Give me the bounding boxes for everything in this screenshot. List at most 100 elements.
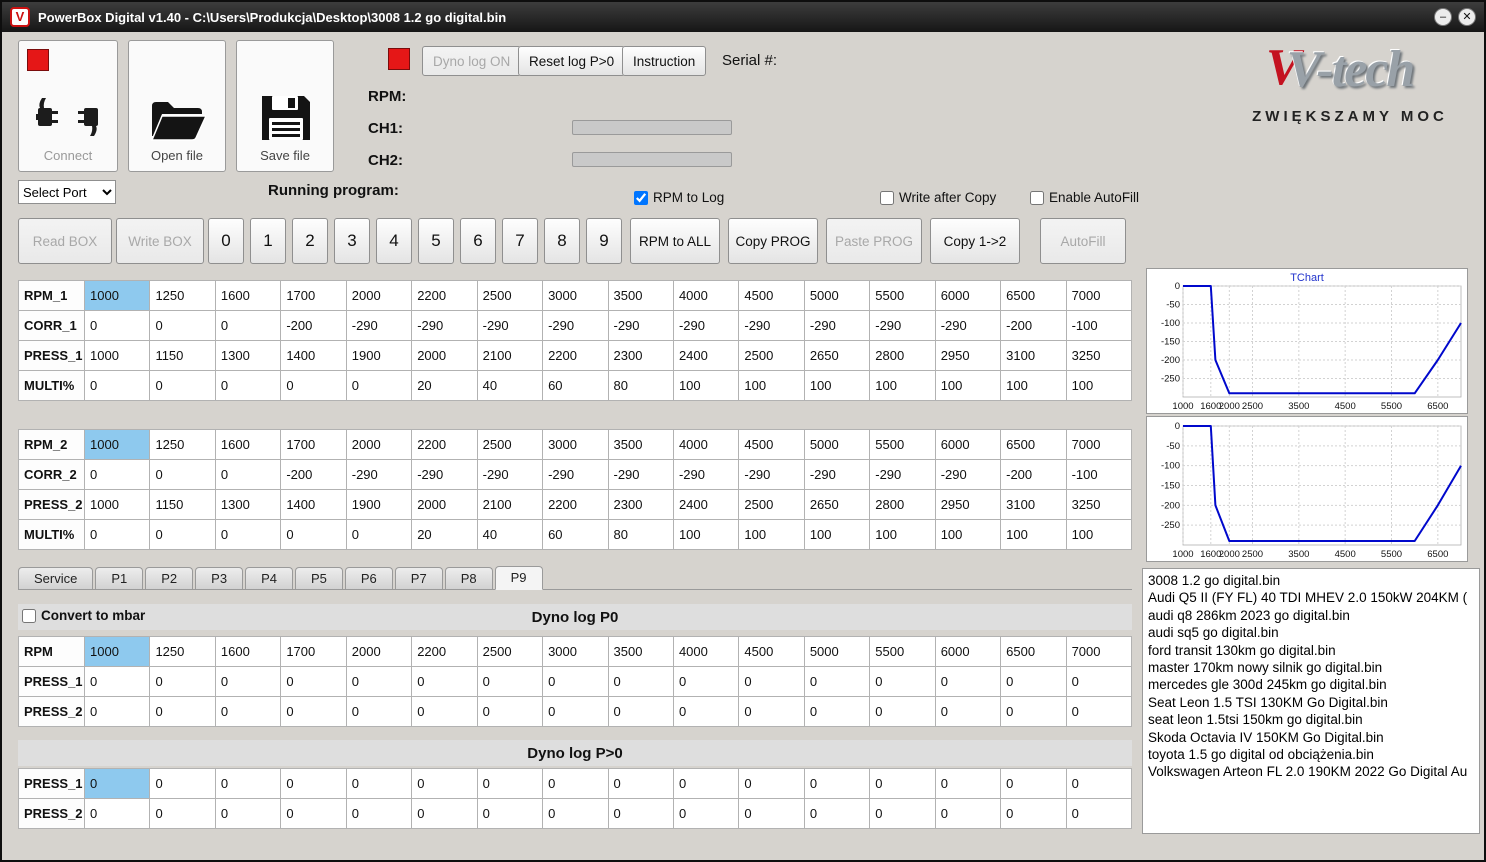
- file-item[interactable]: Volkswagen Arteon FL 2.0 190KM 2022 Go D…: [1148, 763, 1474, 780]
- cell[interactable]: 2300: [607, 489, 674, 520]
- cell[interactable]: 40: [476, 370, 544, 401]
- cell[interactable]: 0: [214, 798, 282, 829]
- file-item[interactable]: Skoda Octavia IV 150KM Go Digital.bin: [1148, 729, 1474, 746]
- cell[interactable]: 7000: [1065, 636, 1133, 667]
- cell[interactable]: -290: [345, 459, 413, 490]
- cell[interactable]: 1250: [149, 280, 216, 311]
- save-file-button[interactable]: Save file: [236, 40, 334, 172]
- cell[interactable]: 2000: [411, 340, 478, 371]
- cell[interactable]: -290: [476, 459, 544, 490]
- cell[interactable]: 0: [672, 696, 740, 727]
- cell[interactable]: 6500: [1000, 429, 1067, 460]
- cell[interactable]: 0: [280, 798, 347, 829]
- connect-button[interactable]: Connect: [18, 40, 118, 172]
- cell[interactable]: 1000: [83, 280, 151, 311]
- instruction-button[interactable]: Instruction: [622, 46, 707, 76]
- cell[interactable]: -290: [476, 310, 544, 341]
- cell[interactable]: 0: [280, 666, 347, 697]
- cell[interactable]: -200: [1000, 459, 1067, 490]
- tab-p4[interactable]: P4: [245, 567, 293, 589]
- cell[interactable]: 100: [869, 370, 936, 401]
- cell[interactable]: 100: [803, 519, 871, 550]
- cell[interactable]: -200: [280, 459, 347, 490]
- cell[interactable]: -200: [1000, 310, 1067, 341]
- cell[interactable]: 0: [149, 696, 216, 727]
- file-item[interactable]: Audi Q5 II (FY FL) 40 TDI MHEV 2.0 150kW…: [1148, 589, 1474, 606]
- cell[interactable]: 1000: [83, 636, 151, 667]
- cell[interactable]: 2200: [542, 340, 609, 371]
- cell[interactable]: 0: [672, 798, 740, 829]
- cell[interactable]: 0: [1000, 696, 1067, 727]
- cell[interactable]: 0: [869, 696, 936, 727]
- cell[interactable]: 6000: [934, 280, 1002, 311]
- cell[interactable]: 0: [214, 696, 282, 727]
- close-button[interactable]: ✕: [1458, 8, 1476, 26]
- cell[interactable]: 80: [607, 519, 674, 550]
- cell[interactable]: 0: [607, 768, 674, 799]
- cell[interactable]: 5500: [869, 429, 936, 460]
- cell[interactable]: 4000: [672, 636, 740, 667]
- cell[interactable]: 2400: [672, 340, 740, 371]
- cell[interactable]: 2950: [934, 340, 1002, 371]
- cell[interactable]: 2200: [411, 636, 478, 667]
- cell[interactable]: 0: [149, 310, 216, 341]
- cell[interactable]: 0: [1065, 666, 1133, 697]
- convert-to-mbar-checkbox-input[interactable]: [22, 608, 36, 623]
- cell[interactable]: 0: [280, 696, 347, 727]
- cell[interactable]: 2400: [672, 489, 740, 520]
- cell[interactable]: -100: [1065, 459, 1133, 490]
- minimize-button[interactable]: –: [1434, 8, 1452, 26]
- cell[interactable]: 60: [542, 519, 609, 550]
- cell[interactable]: 0: [934, 798, 1002, 829]
- cell[interactable]: -290: [542, 459, 609, 490]
- tab-p8[interactable]: P8: [444, 567, 493, 589]
- cell[interactable]: -200: [280, 310, 347, 341]
- cell[interactable]: 1300: [214, 340, 282, 371]
- cell[interactable]: 0: [149, 666, 216, 697]
- cell[interactable]: 0: [280, 519, 347, 550]
- cell[interactable]: 0: [803, 768, 871, 799]
- cell[interactable]: 5500: [869, 636, 936, 667]
- cell[interactable]: -290: [869, 459, 936, 490]
- cell[interactable]: -290: [803, 310, 871, 341]
- cell[interactable]: 6500: [1000, 636, 1067, 667]
- cell[interactable]: 2000: [345, 280, 413, 311]
- cell[interactable]: 0: [542, 696, 609, 727]
- cell[interactable]: -290: [411, 310, 478, 341]
- reset-log-button[interactable]: Reset log P>0: [518, 46, 626, 76]
- file-item[interactable]: toyota 1.5 go digital od obciążenia.bin: [1148, 746, 1474, 763]
- cell[interactable]: 0: [672, 768, 740, 799]
- cell[interactable]: 3250: [1065, 489, 1133, 520]
- cell[interactable]: 1600: [214, 429, 282, 460]
- cell[interactable]: 5000: [803, 280, 871, 311]
- digit-button-7[interactable]: 7: [502, 218, 538, 264]
- cell[interactable]: 0: [280, 768, 347, 799]
- cell[interactable]: 0: [345, 370, 413, 401]
- cell[interactable]: 1900: [345, 340, 413, 371]
- cell[interactable]: 0: [411, 666, 478, 697]
- cell[interactable]: 0: [83, 798, 151, 829]
- read-box-button[interactable]: Read BOX: [18, 218, 112, 264]
- cell[interactable]: 0: [214, 768, 282, 799]
- cell[interactable]: 2800: [869, 340, 936, 371]
- file-item[interactable]: master 170km nowy silnik go digital.bin: [1148, 659, 1474, 676]
- cell[interactable]: 2000: [345, 429, 413, 460]
- cell[interactable]: 0: [803, 798, 871, 829]
- cell[interactable]: 0: [411, 798, 478, 829]
- cell[interactable]: 2500: [476, 280, 544, 311]
- cell[interactable]: 0: [1065, 798, 1133, 829]
- cell[interactable]: 0: [83, 768, 151, 799]
- cell[interactable]: 100: [803, 370, 871, 401]
- cell[interactable]: 100: [934, 519, 1002, 550]
- cell[interactable]: 2650: [803, 489, 871, 520]
- cell[interactable]: -290: [607, 310, 674, 341]
- tab-p1[interactable]: P1: [95, 567, 144, 589]
- cell[interactable]: 2950: [934, 489, 1002, 520]
- file-item[interactable]: mercedes gle 300d 245km go digital.bin: [1148, 676, 1474, 693]
- file-item[interactable]: audi q8 286km 2023 go digital.bin: [1148, 607, 1474, 624]
- cell[interactable]: 60: [542, 370, 609, 401]
- file-item[interactable]: audi sq5 go digital.bin: [1148, 624, 1474, 641]
- cell[interactable]: 0: [1000, 666, 1067, 697]
- cell[interactable]: 2300: [607, 340, 674, 371]
- cell[interactable]: 2650: [803, 340, 871, 371]
